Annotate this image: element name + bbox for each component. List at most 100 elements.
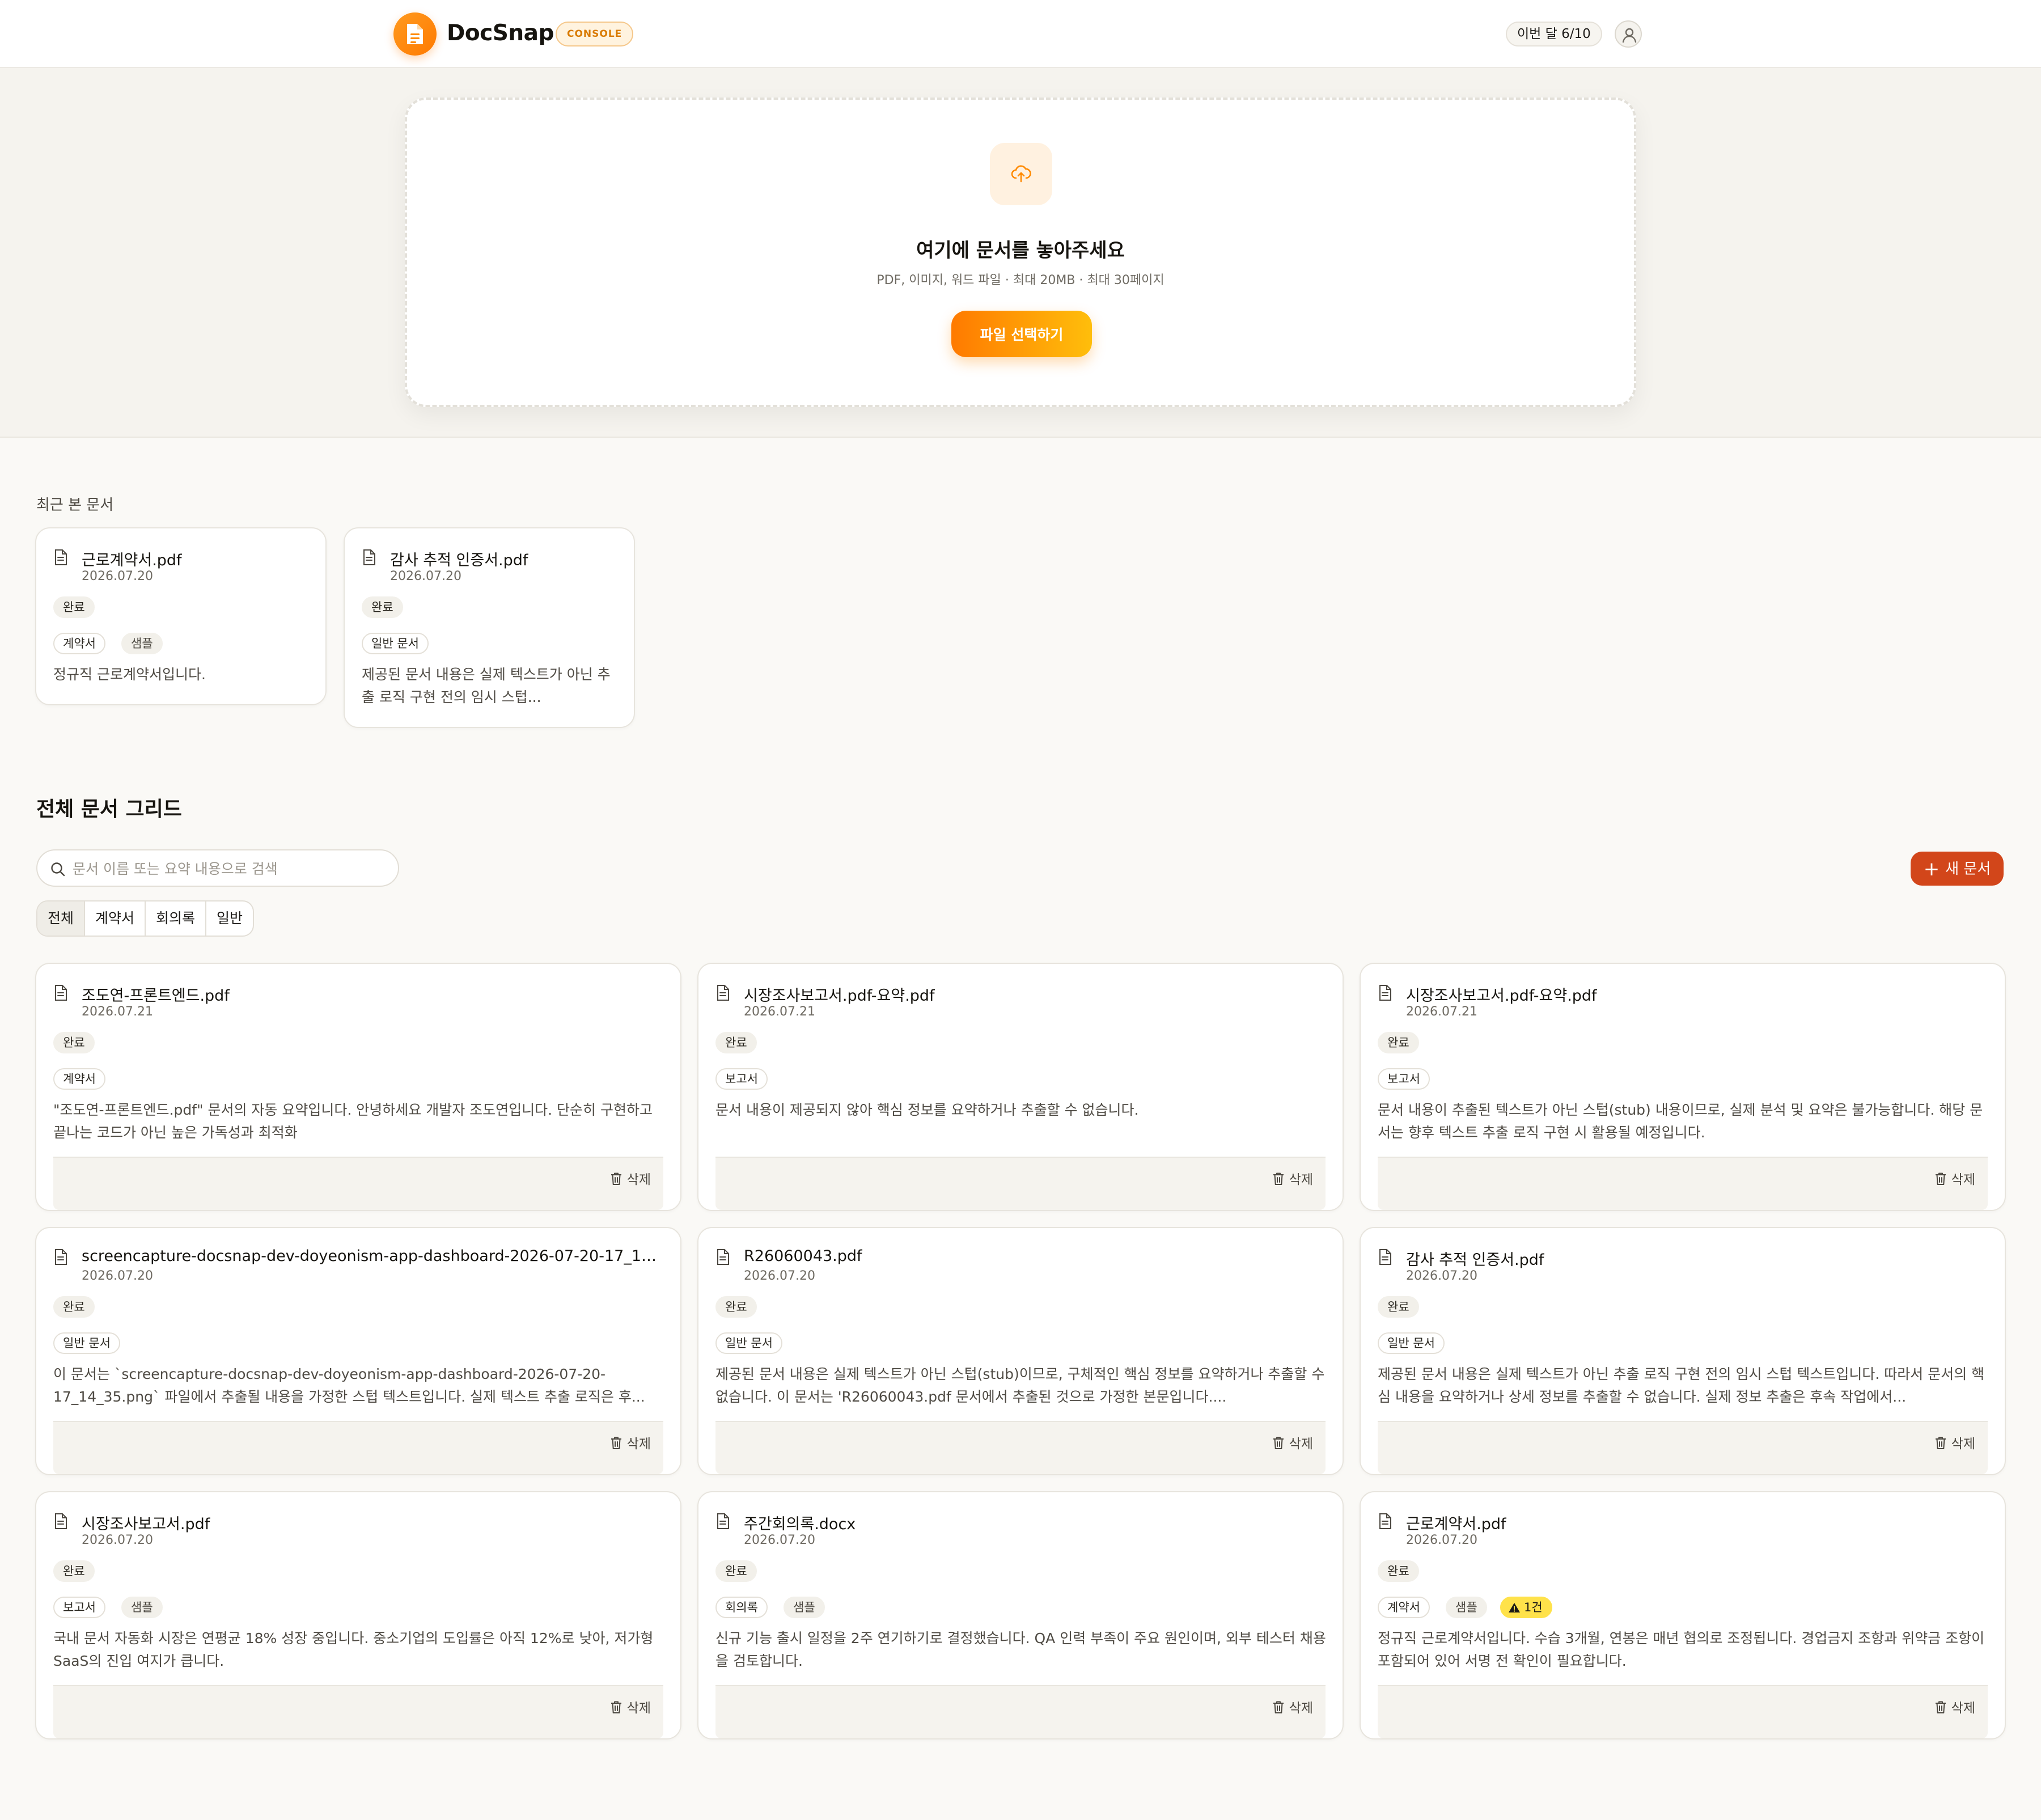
card-footer: 삭제 — [53, 1157, 663, 1210]
document-date: 2026.07.20 — [744, 1533, 815, 1547]
tag-chip: 일반 문서 — [362, 633, 429, 654]
trash-icon — [610, 1437, 627, 1451]
trash-icon — [610, 1701, 627, 1716]
document-name[interactable]: R26060043.pdf — [744, 1247, 1328, 1265]
logo-document-icon[interactable] — [393, 12, 437, 56]
tag-chip: 계약서 — [53, 633, 105, 654]
file-dropzone[interactable]: 여기에 문서를 놓아주세요 PDF, 이미지, 워드 파일 · 최대 20MB … — [405, 98, 1636, 407]
document-card[interactable]: 주간회의록.docx 2026.07.20 완료 회의록 샘플 신규 기능 출시 … — [697, 1491, 1344, 1739]
document-card[interactable]: 감사 추적 인증서.pdf 2026.07.20 완료 일반 문서 제공된 문서… — [344, 527, 635, 728]
delete-label: 삭제 — [1951, 1173, 1975, 1187]
document-summary: "조도연-프론트엔드.pdf" 문서의 자동 요약입니다. 안녕하세요 개발자 … — [53, 1102, 653, 1141]
search-box — [36, 849, 399, 887]
user-icon[interactable] — [1615, 20, 1642, 48]
document-date: 2026.07.21 — [82, 1005, 153, 1019]
tag-chip: 일반 문서 — [715, 1332, 782, 1354]
document-summary: 이 문서는 `screencapture-docsnap-dev-doyeoni… — [53, 1366, 645, 1405]
card-footer: 삭제 — [1378, 1157, 1988, 1210]
plus-icon: + — [1923, 857, 1940, 881]
delete-label: 삭제 — [1951, 1701, 1975, 1716]
document-date: 2026.07.20 — [744, 1269, 815, 1283]
delete-label: 삭제 — [1289, 1437, 1313, 1451]
document-name[interactable]: 시장조사보고서.pdf-요약.pdf — [744, 983, 1328, 1005]
document-date: 2026.07.20 — [1406, 1533, 1477, 1547]
new-document-button[interactable]: + 새 문서 — [1911, 852, 2004, 886]
tag-chip: 샘플 — [1446, 1597, 1487, 1618]
document-card[interactable]: 감사 추적 인증서.pdf 2026.07.20 완료 일반 문서 제공된 문서… — [1360, 1227, 2006, 1475]
document-name[interactable]: 시장조사보고서.pdf-요약.pdf — [1406, 983, 1990, 1005]
new-document-label: 새 문서 — [1945, 860, 1991, 878]
choose-file-button[interactable]: 파일 선택하기 — [951, 311, 1092, 357]
document-summary: 국내 문서 자동화 시장은 연평균 18% 성장 중입니다. 중소기업의 도입률… — [53, 1630, 654, 1669]
tag-chip: 일반 문서 — [53, 1332, 120, 1354]
document-name[interactable]: 시장조사보고서.pdf — [82, 1512, 666, 1534]
delete-button[interactable]: 삭제 — [610, 1167, 651, 1190]
trash-icon — [1934, 1173, 1951, 1187]
delete-button[interactable]: 삭제 — [1934, 1167, 1975, 1190]
document-summary: 정규직 근로계약서입니다. — [53, 666, 206, 683]
document-card[interactable]: R26060043.pdf 2026.07.20 완료 일반 문서 제공된 문서… — [697, 1227, 1344, 1475]
file-icon — [715, 1248, 730, 1268]
document-card[interactable]: 시장조사보고서.pdf-요약.pdf 2026.07.21 완료 보고서 문서 … — [1360, 963, 2006, 1211]
delete-button[interactable]: 삭제 — [610, 1695, 651, 1718]
grid-section-title: 전체 문서 그리드 — [36, 798, 182, 821]
document-card[interactable]: 근로계약서.pdf 2026.07.20 완료 계약서 샘플 정규직 근로계약서입… — [35, 527, 327, 705]
status-badge: 완료 — [715, 1032, 757, 1053]
delete-button[interactable]: 삭제 — [1272, 1167, 1313, 1190]
document-name[interactable]: 조도연-프론트엔드.pdf — [82, 983, 666, 1005]
file-icon — [1378, 984, 1392, 1004]
console-badge: CONSOLE — [556, 22, 634, 46]
document-card[interactable]: 조도연-프론트엔드.pdf 2026.07.21 완료 계약서 "조도연-프론트… — [35, 963, 681, 1211]
filter-tab[interactable]: 일반 — [206, 901, 253, 936]
document-name[interactable]: screencapture-docsnap-dev-doyeonism-app-… — [82, 1247, 666, 1265]
document-card[interactable]: 시장조사보고서.pdf 2026.07.20 완료 보고서 샘플 국내 문서 자동… — [35, 1491, 681, 1739]
file-icon — [1378, 1513, 1392, 1532]
tag-chip: 일반 문서 — [1378, 1332, 1445, 1354]
document-card[interactable]: 시장조사보고서.pdf-요약.pdf 2026.07.21 완료 보고서 문서 … — [697, 963, 1344, 1211]
search-input[interactable] — [73, 857, 390, 880]
status-badge: 완료 — [53, 1560, 95, 1582]
usage-counter: 이번 달 6/10 — [1506, 22, 1602, 46]
card-footer: 삭제 — [715, 1421, 1326, 1474]
file-icon — [362, 549, 376, 568]
status-badge: 완료 — [715, 1296, 757, 1318]
brand-name[interactable]: DocSnap — [447, 20, 554, 46]
delete-button[interactable]: 삭제 — [610, 1431, 651, 1454]
document-name[interactable]: 근로계약서.pdf — [82, 548, 311, 570]
warning-triangle-icon — [1508, 1601, 1524, 1614]
delete-button[interactable]: 삭제 — [1272, 1431, 1313, 1454]
search-icon — [51, 862, 65, 877]
document-summary: 정규직 근로계약서입니다. 수습 3개월, 연봉은 매년 협의로 조정됩니다. … — [1378, 1630, 1985, 1669]
tag-chip: 계약서 — [1378, 1597, 1430, 1618]
trash-icon — [1272, 1437, 1289, 1451]
file-icon — [715, 984, 730, 1004]
filter-tab[interactable]: 계약서 — [85, 901, 146, 936]
document-name[interactable]: 감사 추적 인증서.pdf — [1406, 1247, 1990, 1269]
filter-tab[interactable]: 전체 — [37, 901, 86, 936]
delete-button[interactable]: 삭제 — [1272, 1695, 1313, 1718]
upload-section: 여기에 문서를 놓아주세요 PDF, 이미지, 워드 파일 · 최대 20MB … — [0, 68, 2041, 438]
card-footer: 삭제 — [715, 1685, 1326, 1738]
status-badge: 완료 — [362, 596, 403, 618]
file-icon — [53, 549, 68, 568]
card-footer: 삭제 — [1378, 1421, 1988, 1474]
filter-tab[interactable]: 회의록 — [146, 901, 207, 936]
document-card[interactable]: 근로계약서.pdf 2026.07.20 완료 계약서 샘플 1건 정규직 근로계약… — [1360, 1491, 2006, 1739]
document-name[interactable]: 감사 추적 인증서.pdf — [390, 548, 619, 570]
file-icon — [53, 984, 68, 1004]
tag-chip: 계약서 — [53, 1068, 105, 1090]
status-badge: 완료 — [53, 1296, 95, 1318]
document-date: 2026.07.21 — [1406, 1005, 1477, 1019]
delete-label: 삭제 — [1951, 1437, 1975, 1451]
document-summary: 제공된 문서 내용은 실제 텍스트가 아닌 추출 로직 구현 전의 임시 스텁.… — [362, 666, 611, 705]
delete-button[interactable]: 삭제 — [1934, 1695, 1975, 1718]
document-card[interactable]: screencapture-docsnap-dev-doyeonism-app-… — [35, 1227, 681, 1475]
warning-badge[interactable]: 1건 — [1500, 1597, 1552, 1618]
card-footer: 삭제 — [53, 1421, 663, 1474]
delete-button[interactable]: 삭제 — [1934, 1431, 1975, 1454]
document-date: 2026.07.20 — [82, 569, 153, 583]
document-name[interactable]: 근로계약서.pdf — [1406, 1512, 1990, 1534]
trash-icon — [1272, 1701, 1289, 1716]
trash-icon — [1272, 1173, 1289, 1187]
document-name[interactable]: 주간회의록.docx — [744, 1512, 1328, 1534]
